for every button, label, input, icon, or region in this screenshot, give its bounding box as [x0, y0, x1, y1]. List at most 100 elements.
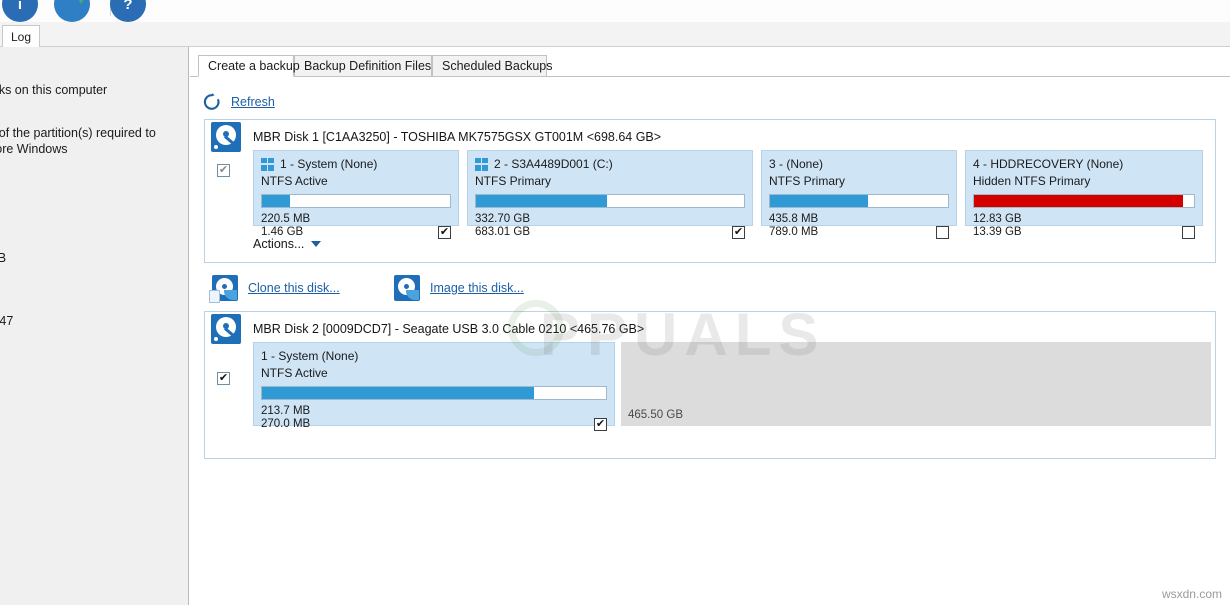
disk-1-title: MBR Disk 1 [C1AA3250] - TOSHIBA MK7575GS… — [253, 130, 662, 144]
tab-backup-definition-files[interactable]: Backup Definition Files — [294, 55, 432, 77]
disk-1-partition-3-checkbox[interactable]: ✔ — [936, 226, 949, 239]
disk-1-partition-2-sizes: 332.70 GB 683.01 GB — [475, 213, 530, 239]
disk-2-panel: MBR Disk 2 [0009DCD7] - Seagate USB 3.0 … — [204, 311, 1216, 459]
disk-1-actions-button[interactable]: Actions... — [253, 232, 322, 256]
disk-1-partition-3-usage-fill — [770, 195, 868, 207]
refresh-row[interactable]: Refresh — [202, 89, 275, 115]
disk-dot — [214, 145, 218, 149]
disk-1-partition-2-usage-bar — [475, 194, 745, 208]
disk-2-unallocated-space: 465.50 GB — [621, 342, 1211, 426]
main-content: Create a backup Backup Definition Files … — [190, 47, 1230, 605]
disk-1-partition-4-total: 13.39 GB — [973, 226, 1022, 238]
sidebar-text-connected-disks: ted disks on this computer — [0, 83, 108, 97]
disk-1-panel: MBR Disk 1 [C1AA3250] - TOSHIBA MK7575GS… — [204, 119, 1216, 263]
disk-1-partition-4[interactable]: 4 - HDDRECOVERY (None) Hidden NTFS Prima… — [965, 150, 1203, 239]
disk-2-select-glyph: ✔ — [218, 372, 229, 384]
disk-1-partition-3-name: 3 - (None) — [769, 157, 824, 171]
disk-1-partition-3-usage-bar — [769, 194, 949, 208]
tab-create-a-backup-label: Create a backup — [208, 59, 300, 73]
disk-2-partition-1-usage-bar — [261, 386, 607, 400]
tab-underline — [190, 76, 1230, 77]
tab-log[interactable]: Log — [2, 25, 40, 47]
disk-2-partition-1[interactable]: 1 - System (None) NTFS Active 213.7 MB 2… — [253, 342, 615, 431]
disk-1-partition-4-usage-bar — [973, 194, 1195, 208]
disk-2-partition-1-footer: 213.7 MB 270.0 MB ✔ — [261, 405, 607, 431]
support-icon-glyph: ? — [123, 0, 133, 13]
tab-backup-definition-files-label: Backup Definition Files — [304, 59, 432, 73]
support-icon[interactable]: ? — [110, 0, 146, 22]
disk-1-partition-1-usage-fill — [262, 195, 291, 207]
disk-2-header: MBR Disk 2 [0009DCD7] - Seagate USB 3.0 … — [205, 312, 644, 346]
disk-1-partition-4-sizes: 12.83 GB 13.39 GB — [973, 213, 1022, 239]
disk-dot — [214, 337, 218, 341]
disk-1-partition-2-filesystem: NTFS Primary — [475, 174, 551, 188]
disk-1-partition-3-footer: 435.8 MB 789.0 MB ✔ — [769, 213, 949, 239]
windows-icon — [261, 157, 274, 171]
tab-log-label: Log — [10, 29, 32, 44]
clone-this-disk-row[interactable]: Clone this disk... — [209, 275, 340, 303]
disk-2-partition-1-sizes: 213.7 MB 270.0 MB — [261, 405, 310, 431]
info-icon[interactable]: i — [2, 0, 38, 22]
disk-2-unallocated-label: 465.50 GB — [628, 409, 683, 421]
image-swoop-shape — [406, 290, 419, 300]
info-icon-glyph: i — [17, 0, 23, 13]
disk-1-partition-2-usage-fill — [476, 195, 608, 207]
disk-1-partition-3-total: 789.0 MB — [769, 226, 819, 238]
sidebar-text-count: 4,047 — [0, 314, 14, 328]
disk-1-partition-3-title: 3 - (None) — [769, 157, 949, 171]
sidebar-text-image-partitions: mage of the partition(s) required to — [0, 126, 156, 140]
disk-needle — [224, 327, 234, 337]
disk-2-title: MBR Disk 2 [0009DCD7] - Seagate USB 3.0 … — [253, 322, 645, 336]
top-toolbar: i ? — [0, 0, 1230, 22]
disk-2-partition-1-total: 270.0 MB — [261, 418, 311, 430]
disk-1-partition-2-name: 2 - S3A4489D001 (C:) — [494, 157, 613, 171]
disk-2-partition-1-checkbox[interactable]: ✔ — [594, 418, 607, 431]
tab-strip: Create a backup Backup Definition Files … — [190, 55, 1230, 77]
disk-1-partition-2-footer: 332.70 GB 683.01 GB ✔ — [475, 213, 745, 239]
image-this-disk-link[interactable]: Image this disk... — [430, 281, 524, 295]
disk-1-partition-4-used: 12.83 GB — [973, 213, 1022, 225]
disk-1-partition-3-filesystem: NTFS Primary — [769, 174, 845, 188]
disk-1-partition-1-filesystem: NTFS Active — [261, 174, 328, 188]
disk-1-partition-2-used: 332.70 GB — [475, 213, 530, 225]
hard-disk-icon — [211, 314, 241, 344]
clone-swoop-shape — [224, 290, 237, 300]
download-arrow-icon — [72, 0, 90, 4]
log-tab-bar: Log — [0, 22, 1230, 47]
refresh-link[interactable]: Refresh — [231, 95, 275, 109]
disk-1-partition-3-used: 435.8 MB — [769, 213, 819, 225]
disk-1-partition-2[interactable]: 2 - S3A4489D001 (C:) NTFS Primary 332.70… — [467, 150, 753, 239]
disk-1-partition-2-total: 683.01 GB — [475, 226, 530, 238]
tab-create-a-backup[interactable]: Create a backup — [198, 55, 300, 77]
disk-1-partition-3-sizes: 435.8 MB 789.0 MB — [769, 213, 818, 239]
chevron-down-icon — [311, 241, 322, 247]
sidebar-text-restore-windows: d restore Windows — [0, 142, 68, 156]
clone-this-disk-link[interactable]: Clone this disk... — [248, 281, 340, 295]
app-window: i ? Log ted disks on this computer mage … — [0, 0, 1230, 605]
disk-1-select-glyph: ✔ — [218, 164, 229, 176]
disk-1-partition-1-checkbox[interactable]: ✔ — [438, 226, 451, 239]
watermark-source: wsxdn.com — [1161, 587, 1222, 601]
disk-1-partition-1-used: 220.5 MB — [261, 213, 311, 225]
disk-2-partition-1-title: 1 - System (None) — [261, 349, 607, 363]
disk-1-partition-1-usage-bar — [261, 194, 451, 208]
hard-disk-icon — [211, 122, 241, 152]
tab-scheduled-backups[interactable]: Scheduled Backups — [432, 55, 553, 77]
image-this-disk-row[interactable]: Image this disk... — [394, 275, 524, 301]
disk-1-partition-4-name: 4 - HDDRECOVERY (None) — [973, 157, 1124, 171]
windows-icon — [475, 157, 488, 171]
image-disk-icon — [394, 275, 420, 301]
disk-1-select-checkbox[interactable]: ✔ — [217, 164, 230, 177]
disk-2-partition-1-filesystem: NTFS Active — [261, 366, 328, 380]
disk-1-partition-2-checkbox[interactable]: ✔ — [732, 226, 745, 239]
disk-2-select-checkbox[interactable]: ✔ — [217, 372, 230, 385]
disk-1-partition-1[interactable]: 1 - System (None) NTFS Active 220.5 MB 1… — [253, 150, 459, 239]
disk-2-partition-1-name: 1 - System (None) — [261, 349, 359, 363]
disk-1-partition-4-checkbox[interactable]: ✔ — [1182, 226, 1195, 239]
refresh-icon — [203, 92, 220, 110]
disk-1-partition-3[interactable]: 3 - (None) NTFS Primary 435.8 MB 789.0 M… — [761, 150, 957, 239]
disk-1-partition-1-title: 1 - System (None) — [261, 157, 451, 171]
clone-page-shape — [209, 290, 220, 303]
disk-1-partition-4-filesystem: Hidden NTFS Primary — [973, 174, 1091, 188]
disk-1-partition-4-usage-fill — [974, 195, 1183, 207]
